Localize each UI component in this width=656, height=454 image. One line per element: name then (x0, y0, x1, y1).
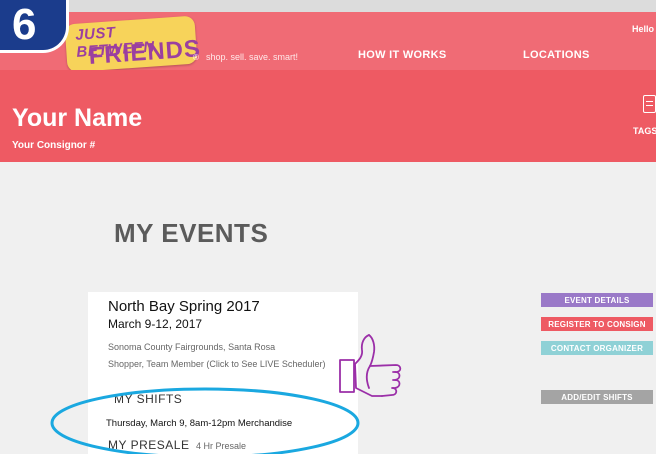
step-number: 6 (12, 0, 37, 49)
event-details-button[interactable]: EVENT DETAILS (541, 293, 653, 307)
contact-organizer-button[interactable]: CONTACT ORGANIZER (541, 341, 653, 355)
tags-link[interactable]: TAGS (633, 126, 656, 136)
event-venue: Sonoma County Fairgrounds, Santa Rosa (108, 342, 276, 352)
register-to-consign-button[interactable]: REGISTER TO CONSIGN (541, 317, 653, 331)
page-title: MY EVENTS (114, 218, 269, 248)
event-dates: March 9-12, 2017 (108, 317, 203, 331)
nav-how-it-works[interactable]: HOW IT WORKS (358, 49, 447, 61)
top-strip (0, 0, 656, 12)
jbf-logo[interactable]: JUST BETWEEN FRIENDS (64, 15, 202, 73)
presale-detail: 4 Hr Presale (196, 441, 247, 451)
my-presale-heading: MY PRESALE (108, 438, 190, 452)
nav-locations[interactable]: LOCATIONS (523, 49, 590, 61)
consignor-name: Your Name (12, 104, 143, 132)
consignor-number: Your Consignor # (12, 140, 96, 151)
my-shifts-heading: MY SHIFTS (114, 392, 183, 406)
event-name[interactable]: North Bay Spring 2017 (108, 298, 260, 315)
logo-tagline: shop. sell. save. smart! (206, 52, 299, 62)
add-edit-shifts-button[interactable]: ADD/EDIT SHIFTS (541, 390, 653, 404)
step-badge: 6 (0, 0, 69, 53)
logo-registered-mark: ® (193, 53, 199, 62)
shift-item: Thursday, March 9, 8am-12pm Merchandise (106, 418, 293, 429)
event-role-link[interactable]: Shopper, Team Member (Click to See LIVE … (108, 359, 325, 369)
tag-list-icon[interactable] (643, 95, 656, 113)
hello-user-link[interactable]: Hello (632, 24, 654, 34)
